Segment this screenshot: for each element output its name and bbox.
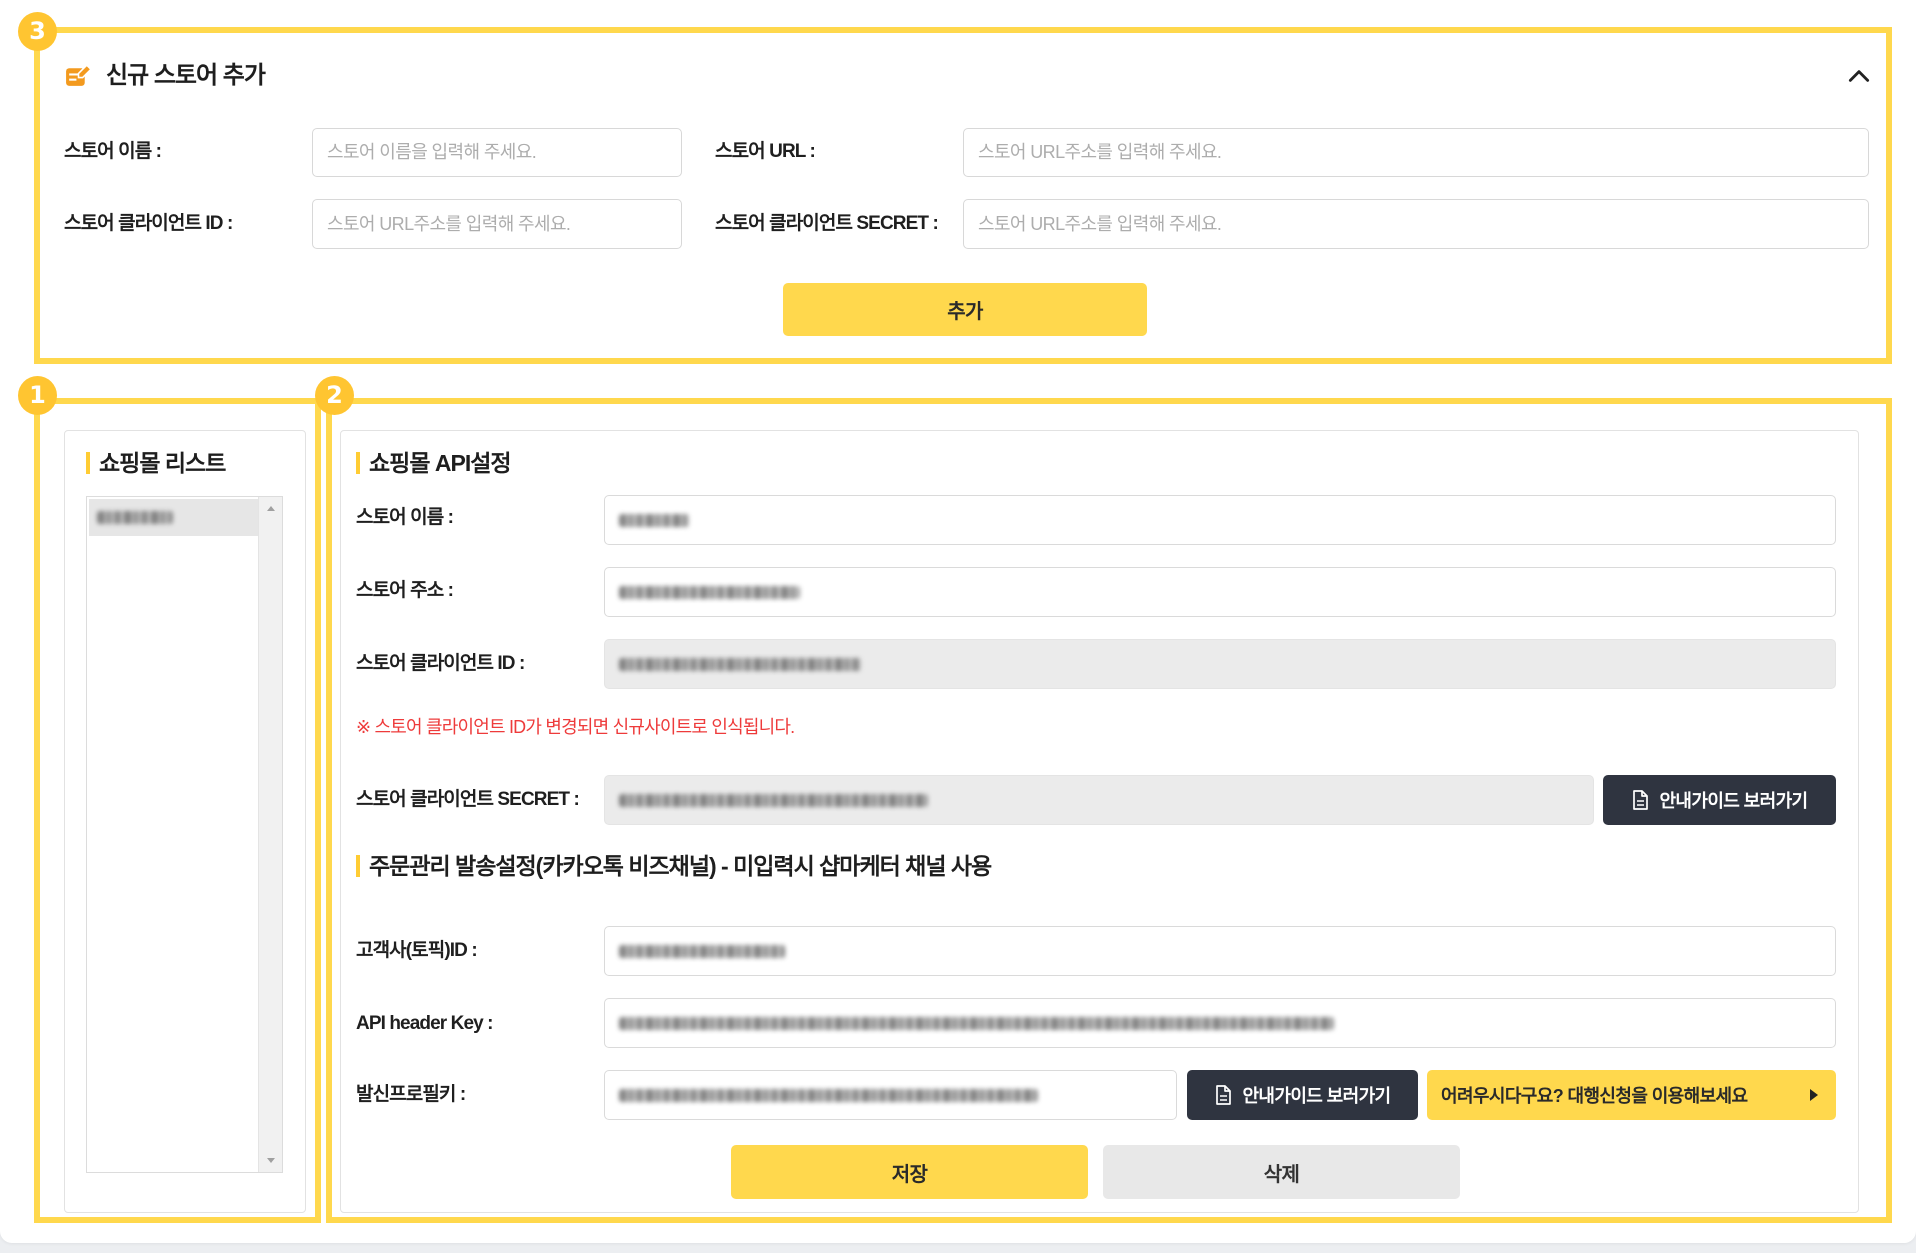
order-guide-button-label: 안내가이드 보러가기 bbox=[1242, 1086, 1391, 1106]
sender-profile-key-label: 발신프로필키 : bbox=[356, 1084, 466, 1105]
title-accent-bar bbox=[356, 855, 360, 877]
new-store-url-label: 스토어 URL : bbox=[715, 141, 816, 162]
client-id-warning: ※ 스토어 클라이언트 ID가 변경되면 신규사이트로 인식됩니다. bbox=[356, 717, 795, 737]
document-icon bbox=[1633, 790, 1649, 810]
blurred-value bbox=[619, 1089, 1038, 1102]
title-accent-bar bbox=[356, 452, 360, 474]
listbox-scrollbar[interactable] bbox=[258, 497, 282, 1172]
scroll-up-icon[interactable] bbox=[267, 506, 275, 511]
store-list-card: 쇼핑몰 리스트 bbox=[64, 430, 306, 1213]
new-store-panel: 신규 스토어 추가 스토어 이름 : 스토어 URL : 스토어 클라이언트 I… bbox=[34, 27, 1892, 364]
client-secret-input bbox=[604, 775, 1594, 825]
client-id-input bbox=[604, 639, 1836, 689]
blurred-store-name bbox=[97, 511, 173, 524]
blurred-value bbox=[619, 514, 689, 527]
blurred-value bbox=[619, 658, 861, 671]
api-settings-panel: 쇼핑몰 API설정 스토어 이름 : 스토어 주소 : 스토어 클라이언트 ID… bbox=[326, 398, 1892, 1223]
new-store-secret-input[interactable] bbox=[963, 199, 1869, 249]
order-settings-title: 주문관리 발송설정(카카오톡 비즈채널) - 미입력시 샵마케터 채널 사용 bbox=[369, 853, 992, 879]
badge-store-list: 1 bbox=[18, 376, 57, 415]
order-guide-button[interactable]: 안내가이드 보러가기 bbox=[1187, 1070, 1418, 1120]
store-name-label: 스토어 이름 : bbox=[356, 507, 454, 528]
api-guide-button[interactable]: 안내가이드 보러가기 bbox=[1603, 775, 1836, 825]
new-store-name-input[interactable] bbox=[312, 128, 682, 177]
store-list-title: 쇼핑몰 리스트 bbox=[99, 450, 226, 476]
new-store-secret-label: 스토어 클라이언트 SECRET : bbox=[715, 213, 939, 234]
blurred-value bbox=[619, 945, 785, 958]
store-list-panel: 쇼핑몰 리스트 bbox=[34, 398, 321, 1223]
sender-profile-key-input[interactable] bbox=[604, 1070, 1177, 1120]
add-store-button[interactable]: 추가 bbox=[783, 283, 1147, 336]
title-accent-bar bbox=[86, 452, 90, 474]
store-address-input[interactable] bbox=[604, 567, 1836, 617]
new-store-url-input[interactable] bbox=[963, 128, 1869, 177]
blurred-value bbox=[619, 794, 928, 807]
page-container: 3 1 2 신규 스토어 추가 스토어 이름 : 스토어 URL : 스토어 클… bbox=[0, 0, 1916, 1243]
store-listbox[interactable] bbox=[86, 496, 283, 1173]
store-address-label: 스토어 주소 : bbox=[356, 580, 454, 601]
api-header-key-label: API header Key : bbox=[356, 1013, 494, 1034]
caret-right-icon bbox=[1810, 1089, 1818, 1101]
save-button[interactable]: 저장 bbox=[731, 1145, 1088, 1199]
document-icon bbox=[1216, 1085, 1232, 1105]
topic-id-input[interactable] bbox=[604, 926, 1836, 976]
blurred-value bbox=[619, 1017, 1334, 1030]
api-settings-card: 쇼핑몰 API설정 스토어 이름 : 스토어 주소 : 스토어 클라이언트 ID… bbox=[340, 430, 1859, 1213]
delete-button[interactable]: 삭제 bbox=[1103, 1145, 1460, 1199]
store-list-item[interactable] bbox=[89, 499, 258, 536]
store-name-input[interactable] bbox=[604, 495, 1836, 545]
topic-id-label: 고객사(토픽)ID : bbox=[356, 940, 478, 961]
badge-new-store: 3 bbox=[18, 12, 57, 51]
api-guide-button-label: 안내가이드 보러가기 bbox=[1659, 791, 1808, 811]
new-store-client-id-label: 스토어 클라이언트 ID : bbox=[64, 213, 233, 234]
scroll-down-icon[interactable] bbox=[267, 1158, 275, 1163]
api-header-key-input[interactable] bbox=[604, 998, 1836, 1048]
store-edit-icon bbox=[66, 64, 93, 86]
badge-api-settings: 2 bbox=[315, 376, 354, 415]
api-settings-title: 쇼핑몰 API설정 bbox=[369, 450, 512, 476]
client-id-label: 스토어 클라이언트 ID : bbox=[356, 653, 525, 674]
new-store-name-label: 스토어 이름 : bbox=[64, 141, 162, 162]
new-store-title: 신규 스토어 추가 bbox=[106, 62, 266, 89]
chevron-up-icon[interactable] bbox=[1846, 63, 1872, 89]
agency-request-button[interactable]: 어려우시다구요? 대행신청을 이용해보세요 bbox=[1427, 1070, 1836, 1120]
client-secret-label: 스토어 클라이언트 SECRET : bbox=[356, 789, 580, 810]
agency-request-button-label: 어려우시다구요? 대행신청을 이용해보세요 bbox=[1441, 1086, 1748, 1106]
new-store-client-id-input[interactable] bbox=[312, 199, 682, 249]
blurred-value bbox=[619, 586, 800, 599]
